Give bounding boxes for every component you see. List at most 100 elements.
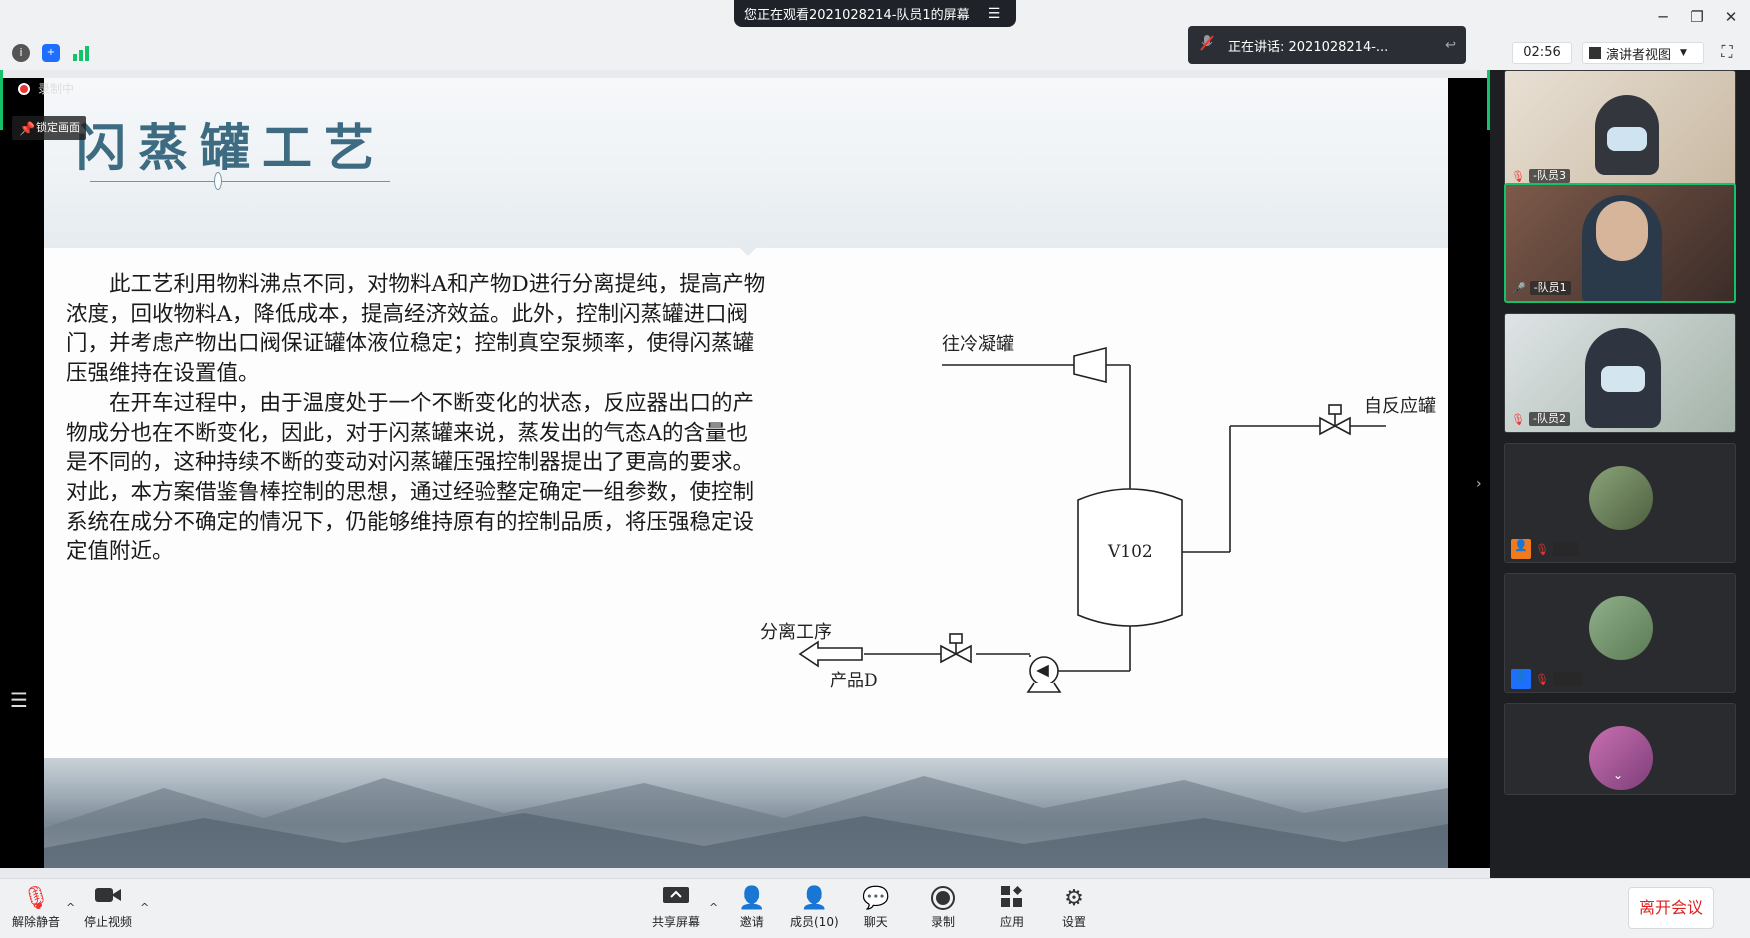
participant-name (1552, 542, 1579, 556)
share-screen-icon (662, 885, 690, 913)
shield-icon[interactable]: + (42, 44, 60, 62)
participant-panel: 🎙 -队员3 🎤 -队员1 🎙 -队员2 👤 🎙 👤 🎙 ⌄ (1490, 70, 1750, 878)
process-diagram (798, 346, 1386, 693)
pin-icon: 📌 (19, 122, 36, 137)
video-camera-icon (94, 885, 122, 913)
chevron-down-icon[interactable]: ⌄ (1613, 768, 1623, 782)
leave-meeting-button[interactable]: 离开会议 (1628, 887, 1714, 929)
title-bar: 您正在观看2021028214-队员1的屏幕 ☰ ─ ❐ ✕ (0, 0, 1750, 34)
record-button[interactable]: 录制 (930, 885, 956, 930)
mic-muted-icon: 🎙 (1511, 169, 1525, 183)
invite-button[interactable]: 👤 邀请 (738, 885, 765, 930)
speaking-indicator: 正在讲话: 2021028214-... ↩ (1188, 26, 1466, 64)
participant-name: -队员1 (1529, 281, 1571, 295)
chevron-down-icon: ▼ (1680, 48, 1687, 58)
lock-screen-button[interactable]: 📌 锁定画面 (12, 116, 86, 140)
mountain-image (44, 776, 1448, 868)
meeting-timer: 02:56 (1512, 42, 1572, 64)
reply-icon[interactable]: ↩ (1445, 38, 1456, 53)
members-icon: 👤 (800, 886, 829, 911)
speaking-text: 正在讲话: 2021028214-... (1228, 39, 1389, 55)
minimize-button[interactable]: ─ (1652, 6, 1674, 28)
menu-icon[interactable]: ☰ (988, 6, 1001, 22)
caret-up-icon[interactable]: ^ (709, 901, 718, 914)
share-banner[interactable]: 您正在观看2021028214-队员1的屏幕 ☰ (734, 0, 1016, 27)
caret-up-icon[interactable]: ^ (140, 901, 149, 914)
shared-screen: 闪蒸罐工艺 此工艺利用物料沸点不同，对物料A和产物D进行分离提纯，提高产物浓度，… (0, 70, 1490, 878)
participant-label: 🎤 -队员1 (1512, 279, 1571, 297)
participant-tile[interactable]: 🎙 -队员2 (1504, 313, 1736, 433)
slide: 闪蒸罐工艺 此工艺利用物料沸点不同，对物料A和产物D进行分离提纯，提高产物浓度，… (44, 78, 1448, 868)
powerpoint-title-strip (0, 70, 1490, 78)
label-separation: 分离工序 (760, 622, 832, 643)
share-border-left (0, 70, 3, 130)
add-user-icon: 👤 (738, 886, 766, 911)
members-button[interactable]: 👤 成员(10) (790, 885, 839, 930)
participant-name: -队员2 (1528, 412, 1570, 426)
participant-tile[interactable]: 👤 🎙 (1504, 573, 1736, 693)
unmute-label: 解除静音 (12, 915, 61, 929)
lock-screen-label: 锁定画面 (36, 121, 80, 134)
settings-label: 设置 (1062, 915, 1087, 929)
apps-button[interactable]: 应用 (1000, 885, 1024, 930)
members-label: 成员(10) (790, 915, 839, 929)
participant-label: 👤 🎙 (1511, 539, 1579, 559)
label-from-reactor: 自反应罐 (1364, 396, 1436, 417)
mask (1607, 127, 1647, 151)
participant-label: 🎙 -队员2 (1511, 410, 1570, 428)
record-icon (930, 885, 956, 913)
mic-muted-icon: 🎙 (1535, 542, 1549, 556)
mic-icon: 🎤 (1512, 281, 1526, 295)
participant-name (1552, 672, 1583, 686)
mic-muted-icon: 🎙 (1535, 672, 1549, 686)
mic-muted-icon (1200, 34, 1214, 56)
view-mode-label: 演讲者视图 (1606, 47, 1672, 63)
chat-label: 聊天 (863, 915, 888, 929)
caret-up-icon[interactable]: ^ (66, 901, 75, 914)
signal-icon[interactable] (72, 44, 90, 62)
apps-label: 应用 (1000, 915, 1025, 929)
chat-button[interactable]: 💬 聊天 (862, 885, 889, 930)
meeting-window: 您正在观看2021028214-队员1的屏幕 ☰ ─ ❐ ✕ i + 正在讲话:… (0, 0, 1750, 938)
avatar (1589, 596, 1653, 660)
mic-muted-icon: 🎙 (22, 886, 50, 911)
user-icon: 👤 (1511, 539, 1531, 559)
record-label: 录制 (930, 915, 955, 929)
layout-icon (1589, 47, 1601, 59)
chevron-right-icon[interactable]: › (1476, 476, 1482, 492)
recording-text: 录制中 (38, 82, 75, 96)
avatar (1589, 466, 1653, 530)
share-banner-text: 您正在观看2021028214-队员1的屏幕 (744, 8, 970, 23)
info-icon[interactable]: i (12, 44, 30, 62)
participant-tile[interactable]: ⌄ (1504, 703, 1736, 795)
fullscreen-icon[interactable]: ⛶ (1716, 42, 1738, 64)
powerpoint-status-strip (0, 868, 1490, 878)
participant-name: -队员3 (1528, 169, 1570, 183)
unmute-button[interactable]: 🎙 解除静音 (12, 885, 60, 930)
participant-tile[interactable]: 🎙 -队员3 (1504, 70, 1736, 190)
settings-button[interactable]: ⚙ 设置 (1062, 885, 1086, 930)
gear-icon: ⚙ (1064, 886, 1084, 911)
share-screen-label: 共享屏幕 (652, 915, 701, 929)
stop-video-label: 停止视频 (84, 915, 133, 929)
status-bar: i + (0, 34, 1750, 70)
apps-icon (1000, 885, 1024, 913)
label-to-condenser: 往冷凝罐 (942, 334, 1014, 355)
share-screen-button[interactable]: 共享屏幕 (652, 885, 700, 930)
restore-button[interactable]: ❐ (1686, 6, 1708, 28)
record-dot-icon (18, 82, 30, 95)
mask (1601, 366, 1645, 392)
mic-muted-icon: 🎙 (1511, 412, 1525, 426)
participant-label: 👤 🎙 (1511, 669, 1583, 689)
face (1596, 201, 1648, 261)
participant-tile-active[interactable]: 🎤 -队员1 (1504, 183, 1736, 303)
close-button[interactable]: ✕ (1720, 6, 1742, 28)
list-icon[interactable]: ☰ (10, 688, 28, 712)
participant-tile[interactable]: 👤 🎙 (1504, 443, 1736, 563)
label-product: 产品D (830, 671, 878, 691)
chat-icon: 💬 (862, 886, 890, 911)
stop-video-button[interactable]: 停止视频 (84, 885, 132, 930)
bottom-toolbar: 🎙 解除静音 ^ 停止视频 ^ 共享屏幕 ^ 👤 邀请 👤 成员(10) 💬 聊… (0, 878, 1750, 938)
user-icon: 👤 (1511, 669, 1531, 689)
view-mode-select[interactable]: 演讲者视图 ▼ (1582, 42, 1704, 64)
